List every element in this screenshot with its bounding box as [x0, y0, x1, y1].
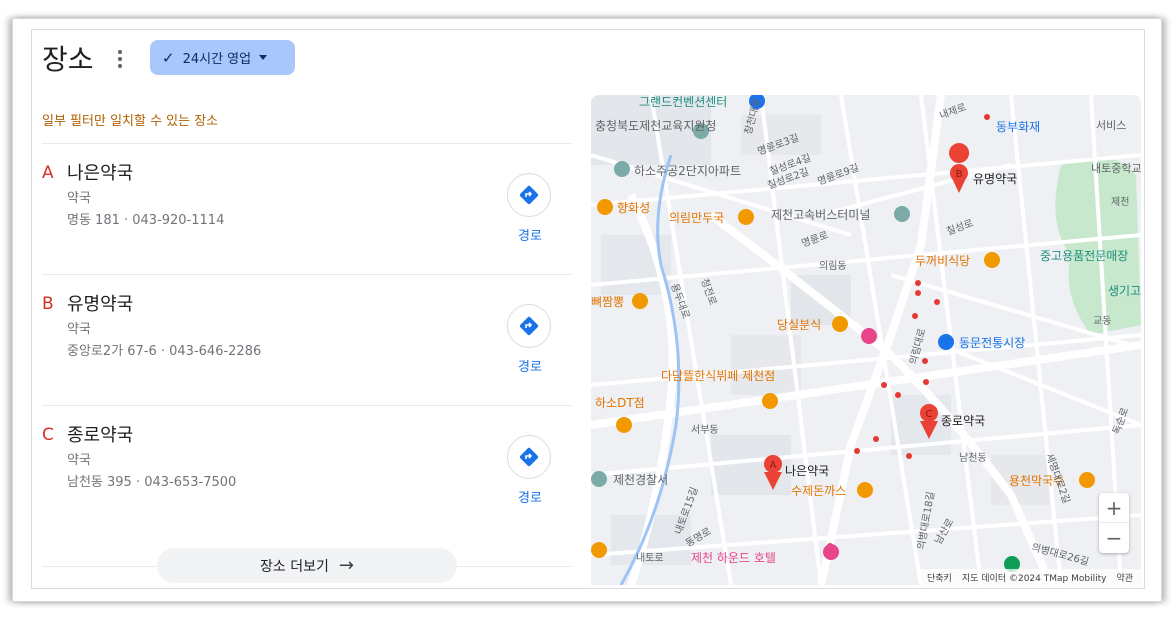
- map-street-label: 남천동: [959, 452, 987, 464]
- map-poi-label[interactable]: 다담뜰한식뷔페 제천점: [661, 368, 775, 383]
- result-type: 약국: [67, 322, 91, 337]
- map-poi-label[interactable]: 생기고: [1108, 284, 1141, 298]
- dot-icon: [118, 57, 122, 61]
- svg-text:C: C: [926, 409, 933, 420]
- map-street-label: 의림동: [819, 260, 847, 272]
- map-poi-label[interactable]: 동부화재: [996, 120, 1040, 134]
- directions-button[interactable]: [507, 173, 551, 217]
- zoom-controls: + −: [1099, 493, 1129, 553]
- map-street-label: 교동: [1093, 315, 1111, 327]
- divider: [42, 405, 572, 406]
- map-data-credit: 지도 데이터 ©2024 TMap Mobility: [961, 573, 1107, 584]
- directions-icon: [519, 185, 539, 205]
- map-poi-label[interactable]: 서비스: [1096, 119, 1126, 132]
- more-options-button[interactable]: [110, 48, 130, 70]
- open-24-hours-filter-chip[interactable]: ✓ 24시간 영업: [150, 40, 295, 75]
- result-type: 약국: [67, 191, 91, 206]
- map-poi-label[interactable]: 제천 하운드 호텔: [691, 550, 776, 565]
- map-poi-label[interactable]: 그랜드컨벤션센터: [639, 95, 727, 109]
- directions-icon: [519, 447, 539, 467]
- map-poi-label[interactable]: 동문전통시장: [959, 336, 1025, 350]
- result-name[interactable]: 종로약국: [67, 421, 133, 447]
- filter-chip-label: 24시간 영업: [182, 52, 252, 67]
- result-item[interactable]: A 나은약국 약국 명동 181 · 043-920-1114 경로: [42, 145, 572, 275]
- map-street-label: 제천: [1111, 196, 1129, 208]
- result-name[interactable]: 유명약국: [67, 290, 133, 316]
- map-street-label: 서부동: [691, 424, 719, 436]
- zoom-out-button[interactable]: −: [1099, 523, 1129, 553]
- map-poi-label[interactable]: 뼈짬뽕: [591, 295, 624, 309]
- result-address-phone: 중앙로2가 67-6 · 043-646-2286: [67, 344, 262, 359]
- svg-text:B: B: [956, 169, 963, 180]
- map-poi-label[interactable]: 하소DT점: [595, 396, 645, 410]
- map-view[interactable]: B 유명약국 C 종로약국 A 나은약국 향화성 의림만두국 두꺼비식당 당실분…: [591, 95, 1141, 585]
- more-places-label: 장소 더보기: [260, 558, 329, 575]
- map-poi-label[interactable]: 향화성: [617, 201, 650, 215]
- map-label-naeun[interactable]: 나은약국: [785, 463, 829, 478]
- divider: [42, 143, 572, 144]
- result-address-phone: 명동 181 · 043-920-1114: [67, 213, 225, 228]
- result-name[interactable]: 나은약국: [67, 159, 133, 185]
- map-label-jongno[interactable]: 종로약국: [941, 413, 985, 428]
- map-poi-label[interactable]: 중고용품전문매장: [1040, 249, 1128, 263]
- map-poi-label[interactable]: 충청북도제천교육지원청: [595, 118, 716, 133]
- dot-icon: [118, 64, 122, 68]
- map-poi-label[interactable]: 당실분식: [777, 318, 821, 332]
- map-street-label: 내토로: [636, 552, 664, 564]
- map-poi-label[interactable]: 제천경찰서: [613, 472, 668, 487]
- caret-down-icon: [259, 55, 268, 60]
- directions-button[interactable]: [507, 435, 551, 479]
- result-address-phone: 남천동 395 · 043-653-7500: [67, 475, 237, 490]
- result-type: 약국: [67, 453, 91, 468]
- map-poi-label[interactable]: 수제돈까스: [791, 484, 846, 498]
- page-title: 장소: [42, 43, 94, 76]
- directions-label[interactable]: 경로: [512, 225, 548, 244]
- partial-match-notice: 일부 필터만 일치할 수 있는 장소: [42, 114, 219, 129]
- map-poi-label[interactable]: 두꺼비식당: [915, 254, 970, 268]
- map-canvas[interactable]: B 유명약국 C 종로약국 A 나은약국 향화성 의림만두국 두꺼비식당 당실분…: [591, 95, 1141, 585]
- arrow-right-icon: →: [338, 555, 354, 576]
- directions-label[interactable]: 경로: [512, 356, 548, 375]
- directions-icon: [519, 316, 539, 336]
- directions-label[interactable]: 경로: [512, 487, 548, 506]
- map-poi-label[interactable]: 의림만두국: [669, 211, 724, 225]
- terms-link[interactable]: 약관: [1116, 571, 1133, 584]
- result-marker-letter: B: [42, 294, 54, 314]
- map-poi-label[interactable]: 제천고속버스터미널: [771, 207, 870, 222]
- result-item[interactable]: C 종로약국 약국 남천동 395 · 043-653-7500 경로: [42, 407, 572, 537]
- dot-icon: [118, 50, 122, 54]
- places-panel: 장소 ✓ 24시간 영업 일부 필터만 일치할 수 있는 장소 A 나은약국 약…: [31, 29, 1145, 589]
- divider: [42, 274, 572, 275]
- window-frame: 장소 ✓ 24시간 영업 일부 필터만 일치할 수 있는 장소 A 나은약국 약…: [12, 18, 1162, 602]
- more-places-button[interactable]: 장소 더보기 →: [157, 548, 457, 583]
- result-marker-letter: C: [42, 425, 54, 445]
- map-attribution: 단축키 지도 데이터 ©2024 TMap Mobility 약관: [919, 569, 1141, 585]
- check-icon: ✓: [162, 48, 175, 67]
- result-item[interactable]: B 유명약국 약국 중앙로2가 67-6 · 043-646-2286 경로: [42, 276, 572, 406]
- result-marker-letter: A: [42, 163, 54, 183]
- directions-button[interactable]: [507, 304, 551, 348]
- svg-text:A: A: [770, 460, 777, 471]
- zoom-in-button[interactable]: +: [1099, 493, 1129, 523]
- map-label-yumyeong[interactable]: 유명약국: [973, 171, 1017, 186]
- map-poi-label[interactable]: 내토중학교: [1091, 162, 1141, 175]
- map-poi-label[interactable]: 하소주공2단지아파트: [634, 164, 741, 178]
- keyboard-shortcuts-link[interactable]: 단축키: [927, 571, 952, 584]
